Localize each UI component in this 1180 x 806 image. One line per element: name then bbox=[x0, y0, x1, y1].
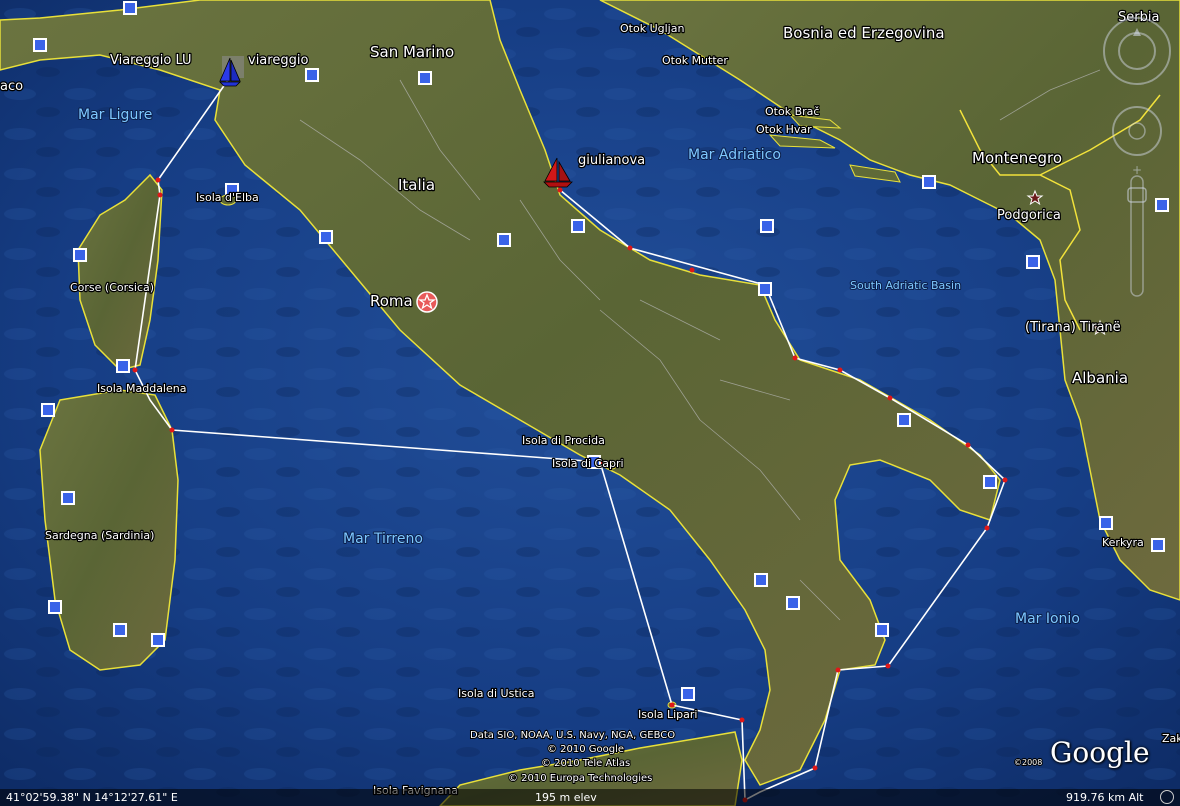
label-otok-ugljan: Otok Ugljan bbox=[620, 22, 684, 35]
poi-square-icon[interactable] bbox=[151, 633, 165, 647]
poi-square-icon[interactable] bbox=[1026, 255, 1040, 269]
label-south-adriatic: South Adriatic Basin bbox=[850, 279, 961, 292]
map-view[interactable]: Serbia Bosnia ed Erzegovina Otok Ugljan … bbox=[0, 0, 1180, 806]
google-logo: Google bbox=[1050, 736, 1150, 769]
north-arrow-icon[interactable] bbox=[1133, 28, 1141, 36]
poi-square-icon[interactable] bbox=[73, 248, 87, 262]
poi-square-icon[interactable] bbox=[1099, 516, 1113, 530]
attribution-line-3: © 2010 Tele Atlas bbox=[541, 758, 630, 769]
label-roma: Roma bbox=[370, 292, 413, 310]
label-sardegna: Sardegna (Sardinia) bbox=[45, 529, 154, 542]
label-italia: Italia bbox=[398, 176, 435, 194]
label-otok-mutter: Otok Mutter bbox=[662, 54, 728, 67]
poi-square-icon[interactable] bbox=[681, 687, 695, 701]
poi-square-icon[interactable] bbox=[418, 71, 432, 85]
label-mar-adriatico: Mar Adriatico bbox=[688, 147, 781, 163]
label-albania: Albania bbox=[1072, 369, 1128, 387]
zoom-slider[interactable]: + bbox=[1127, 163, 1147, 297]
label-podgorica: Podgorica bbox=[997, 208, 1061, 223]
poi-square-icon[interactable] bbox=[497, 233, 511, 247]
label-isola-maddalena: Isola Maddalena bbox=[97, 382, 186, 395]
label-kerkyra: Kerkyra bbox=[1102, 536, 1144, 549]
label-otok-hvar: Otok Hvar bbox=[756, 123, 812, 136]
poi-square-icon[interactable] bbox=[41, 403, 55, 417]
poi-square-icon[interactable] bbox=[922, 175, 936, 189]
navigation-controls[interactable]: + bbox=[1102, 6, 1172, 306]
placemark-label-viareggio[interactable]: viareggio bbox=[247, 52, 310, 70]
label-montenegro: Montenegro bbox=[972, 149, 1062, 167]
move-joystick[interactable] bbox=[1112, 106, 1162, 156]
poi-square-icon[interactable] bbox=[319, 230, 333, 244]
label-mar-ionio: Mar Ionio bbox=[1015, 611, 1080, 627]
label-isola-lipari: Isola Lipari bbox=[638, 708, 698, 721]
label-mar-ligure: Mar Ligure bbox=[78, 107, 152, 123]
status-coordinates: 41°02'59.38" N 14°12'27.61" E bbox=[6, 791, 178, 804]
label-san-marino: San Marino bbox=[370, 43, 454, 61]
poi-square-icon[interactable] bbox=[897, 413, 911, 427]
attribution-line-4: © 2010 Europa Technologies bbox=[508, 773, 652, 784]
poi-square-icon[interactable] bbox=[760, 219, 774, 233]
streaming-indicator-icon bbox=[1160, 790, 1174, 804]
placemark-label-viareggio-lu[interactable]: Viareggio LU bbox=[109, 52, 193, 70]
label-isola-procida: Isola di Procida bbox=[522, 434, 605, 447]
poi-square-icon[interactable] bbox=[786, 596, 800, 610]
poi-square-icon[interactable] bbox=[1151, 538, 1165, 552]
label-isola-elba: Isola d'Elba bbox=[196, 191, 259, 204]
label-mar-tirreno: Mar Tirreno bbox=[343, 531, 423, 547]
attribution-line-2: © 2010 Google bbox=[547, 744, 624, 755]
poi-square-icon[interactable] bbox=[61, 491, 75, 505]
status-eye-altitude: 919.76 km Alt bbox=[1066, 791, 1144, 804]
label-corse: Corse (Corsica) bbox=[70, 281, 154, 294]
poi-square-icon[interactable] bbox=[116, 359, 130, 373]
label-otok-brac: Otok Brač bbox=[765, 105, 819, 118]
status-elevation: 195 m elev bbox=[535, 791, 597, 804]
poi-square-icon[interactable] bbox=[875, 623, 889, 637]
poi-square-icon[interactable] bbox=[33, 38, 47, 52]
label-tirana: (Tirana) Tiranë bbox=[1025, 320, 1121, 335]
look-joystick[interactable] bbox=[1103, 17, 1171, 85]
poi-square-icon[interactable] bbox=[48, 600, 62, 614]
label-monaco: aco bbox=[0, 79, 23, 94]
poi-square-icon[interactable] bbox=[571, 219, 585, 233]
poi-square-icon[interactable] bbox=[754, 573, 768, 587]
zoom-in-icon[interactable]: + bbox=[1132, 163, 1142, 177]
label-isola-ustica: Isola di Ustica bbox=[458, 687, 534, 700]
capital-star-icon[interactable] bbox=[416, 291, 438, 313]
poi-square-icon[interactable] bbox=[983, 475, 997, 489]
poi-square-icon[interactable] bbox=[123, 1, 137, 15]
label-zak: Zak bbox=[1162, 732, 1180, 745]
attribution-year: ©2008 bbox=[1014, 758, 1042, 767]
poi-square-icon[interactable] bbox=[305, 68, 319, 82]
placemark-label-giulianova[interactable]: giulianova bbox=[577, 152, 647, 170]
poi-square-icon[interactable] bbox=[113, 623, 127, 637]
poi-square-icon[interactable] bbox=[758, 282, 772, 296]
attribution-line-1: Data SIO, NOAA, U.S. Navy, NGA, GEBCO bbox=[470, 730, 675, 741]
label-bosnia: Bosnia ed Erzegovina bbox=[783, 24, 945, 42]
label-isola-capri: Isola di Capri bbox=[552, 457, 624, 470]
status-bar: 41°02'59.38" N 14°12'27.61" E 195 m elev… bbox=[0, 789, 1180, 806]
